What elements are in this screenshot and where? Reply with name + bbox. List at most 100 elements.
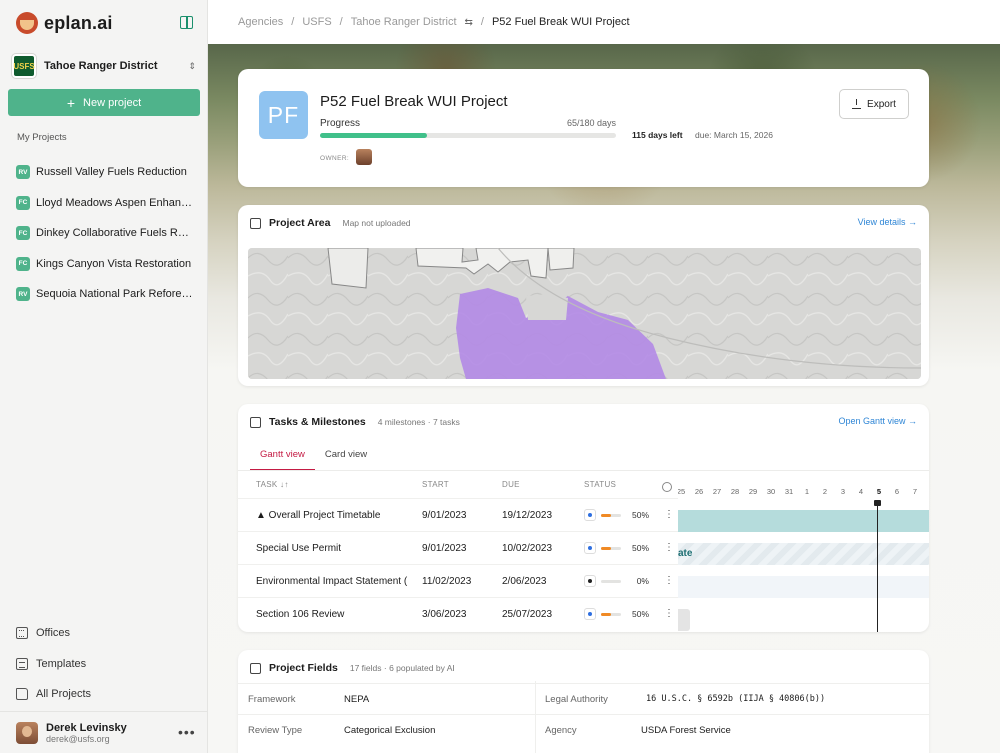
sidebar-project-kings-canyon[interactable]: FC Kings Canyon Vista Restoration [16,249,196,280]
project-tag: FC [16,226,30,241]
column-header-status[interactable]: STATUS [584,480,616,489]
tab-card-view[interactable]: Card view [315,442,377,471]
project-title: Russell Valley Fuels Reduction [36,166,187,179]
breadcrumb-agencies[interactable]: Agencies [238,16,283,28]
task-name: Special Use Permit [256,543,342,554]
sidebar-bottom-nav: Offices Templates All Projects [16,618,196,710]
export-button[interactable]: Export [839,89,909,119]
row-menu-icon[interactable]: ⋮ [664,509,674,520]
project-tag: RV [16,287,30,302]
breadcrumb-usfs[interactable]: USFS [302,16,331,28]
status-percent: 50% [631,543,649,553]
gantt-chart[interactable]: ate 25 26 27 28 29 30 31 1 2 3 4 5 6 7 [678,470,929,632]
task-due: 19/12/2023 [502,510,553,521]
status-progress [601,513,621,517]
column-header-start[interactable]: START [422,480,449,489]
table-row[interactable]: Environmental Impact Statement ( 11/02/2… [238,564,678,597]
gear-icon[interactable] [662,482,672,492]
new-project-button[interactable]: + New project [8,89,200,116]
gantt-bar[interactable]: ate [678,543,929,565]
gantt-bar-label: ate [678,548,693,559]
tab-gantt-view[interactable]: Gantt view [250,442,315,471]
task-start: 9/01/2023 [422,543,467,554]
gantt-day-label: 26 [694,487,704,496]
gantt-bar[interactable] [678,576,929,598]
org-switcher[interactable]: USFS Tahoe Ranger District ⇕ [12,52,196,80]
download-icon [852,98,862,109]
view-details-link[interactable]: View details → [858,217,917,227]
sidebar-item-offices[interactable]: Offices [16,618,196,649]
table-row[interactable]: Section 106 Review 3/06/2023 25/07/2023 … [238,597,678,630]
main-content: PF P52 Fuel Break WUI Project Progress 6… [208,44,1000,753]
user-name: Derek Levinsky [46,721,127,734]
list-icon [250,662,261,674]
progress-days: 65/180 days [567,118,617,128]
project-tag: RV [16,165,30,180]
breadcrumb-district[interactable]: Tahoe Ranger District [351,16,457,28]
folder-icon [16,688,28,701]
gantt-day-label: 25 [678,487,686,496]
status-percent: 50% [631,609,649,619]
status-progress [601,612,621,616]
more-options-icon[interactable]: ••• [178,724,196,740]
table-row[interactable]: ▲ Overall Project Timetable 9/01/2023 19… [238,498,678,531]
sidebar-project-russell-valley[interactable]: RV Russell Valley Fuels Reduction [16,157,196,188]
column-header-task[interactable]: TASK ↓↑ [256,480,289,489]
status-chip [584,575,596,587]
breadcrumb: Agencies / USFS / Tahoe Ranger District … [208,0,1000,44]
status-dot [588,612,592,616]
project-area-header: Project Area Map not uploaded [250,217,411,229]
project-map[interactable] [248,248,921,379]
building-icon [16,627,28,640]
task-due: 10/02/2023 [502,543,553,554]
task-start: 3/06/2023 [422,609,467,620]
gantt-day-label: 6 [894,487,900,496]
sidebar: eplan.ai USFS Tahoe Ranger District ⇕ + … [0,0,208,753]
eplan-logo-icon [16,12,38,34]
status-indicator: 0% [584,575,649,587]
gantt-bar[interactable] [678,510,929,532]
row-menu-icon[interactable]: ⋮ [664,575,674,586]
field-value: NEPA [344,694,370,705]
status-progress-fill [601,513,611,517]
breadcrumb-separator: / [480,16,484,28]
sidebar-project-dinkey[interactable]: FC Dinkey Collaborative Fuels Redu... [16,218,196,249]
task-name: Environmental Impact Statement ( [256,576,408,587]
user-profile[interactable]: Derek Levinsky derek@usfs.org ••• [0,711,207,753]
task-name: ▲ Overall Project Timetable [256,510,381,521]
tasks-card: Tasks & Milestones 4 milestones · 7 task… [238,404,929,632]
sidebar-toggle-icon[interactable] [180,16,193,29]
usfs-badge-icon: USFS [12,54,36,78]
sidebar-project-lloyd-meadows[interactable]: FC Lloyd Meadows Aspen Enhance... [16,188,196,219]
open-gantt-link[interactable]: Open Gantt view → [838,416,917,426]
row-menu-icon[interactable]: ⋮ [664,542,674,553]
nav-label: All Projects [36,688,92,701]
table-row[interactable]: Special Use Permit 9/01/2023 10/02/2023 … [238,531,678,564]
task-start: 9/01/2023 [422,510,467,521]
row-menu-icon[interactable]: ⋮ [664,608,674,619]
today-marker-handle [874,500,881,506]
switch-icon[interactable]: ⇆ [465,17,473,28]
avatar [16,721,38,744]
my-projects-heading: My Projects [17,132,67,143]
status-progress [601,546,621,550]
column-header-due[interactable]: DUE [502,480,520,489]
project-avatar: PF [259,91,308,139]
sidebar-item-templates[interactable]: Templates [16,649,196,680]
project-area-card: Project Area Map not uploaded View detai… [238,205,929,386]
owner-avatar[interactable] [356,149,372,165]
gantt-day-label: 29 [748,487,758,496]
document-icon [16,657,28,670]
project-header-card: PF P52 Fuel Break WUI Project Progress 6… [238,69,929,187]
sidebar-project-sequoia[interactable]: RV Sequoia National Park Reforesta... [16,279,196,310]
map-icon [250,217,261,229]
project-fields-card: Project Fields 17 fields · 6 populated b… [238,650,929,753]
breadcrumb-current: P52 Fuel Break WUI Project [491,16,630,28]
field-row[interactable]: Framework NEPA Legal Authority 16 U.S.C.… [238,683,929,714]
gantt-day-label: 7 [912,487,918,496]
sidebar-item-all-projects[interactable]: All Projects [16,679,196,710]
brand[interactable]: eplan.ai [16,12,113,34]
field-row[interactable]: Review Type Categorical Exclusion Agency… [238,714,929,745]
status-indicator: 50% [584,509,649,521]
gantt-bar[interactable] [678,609,690,631]
